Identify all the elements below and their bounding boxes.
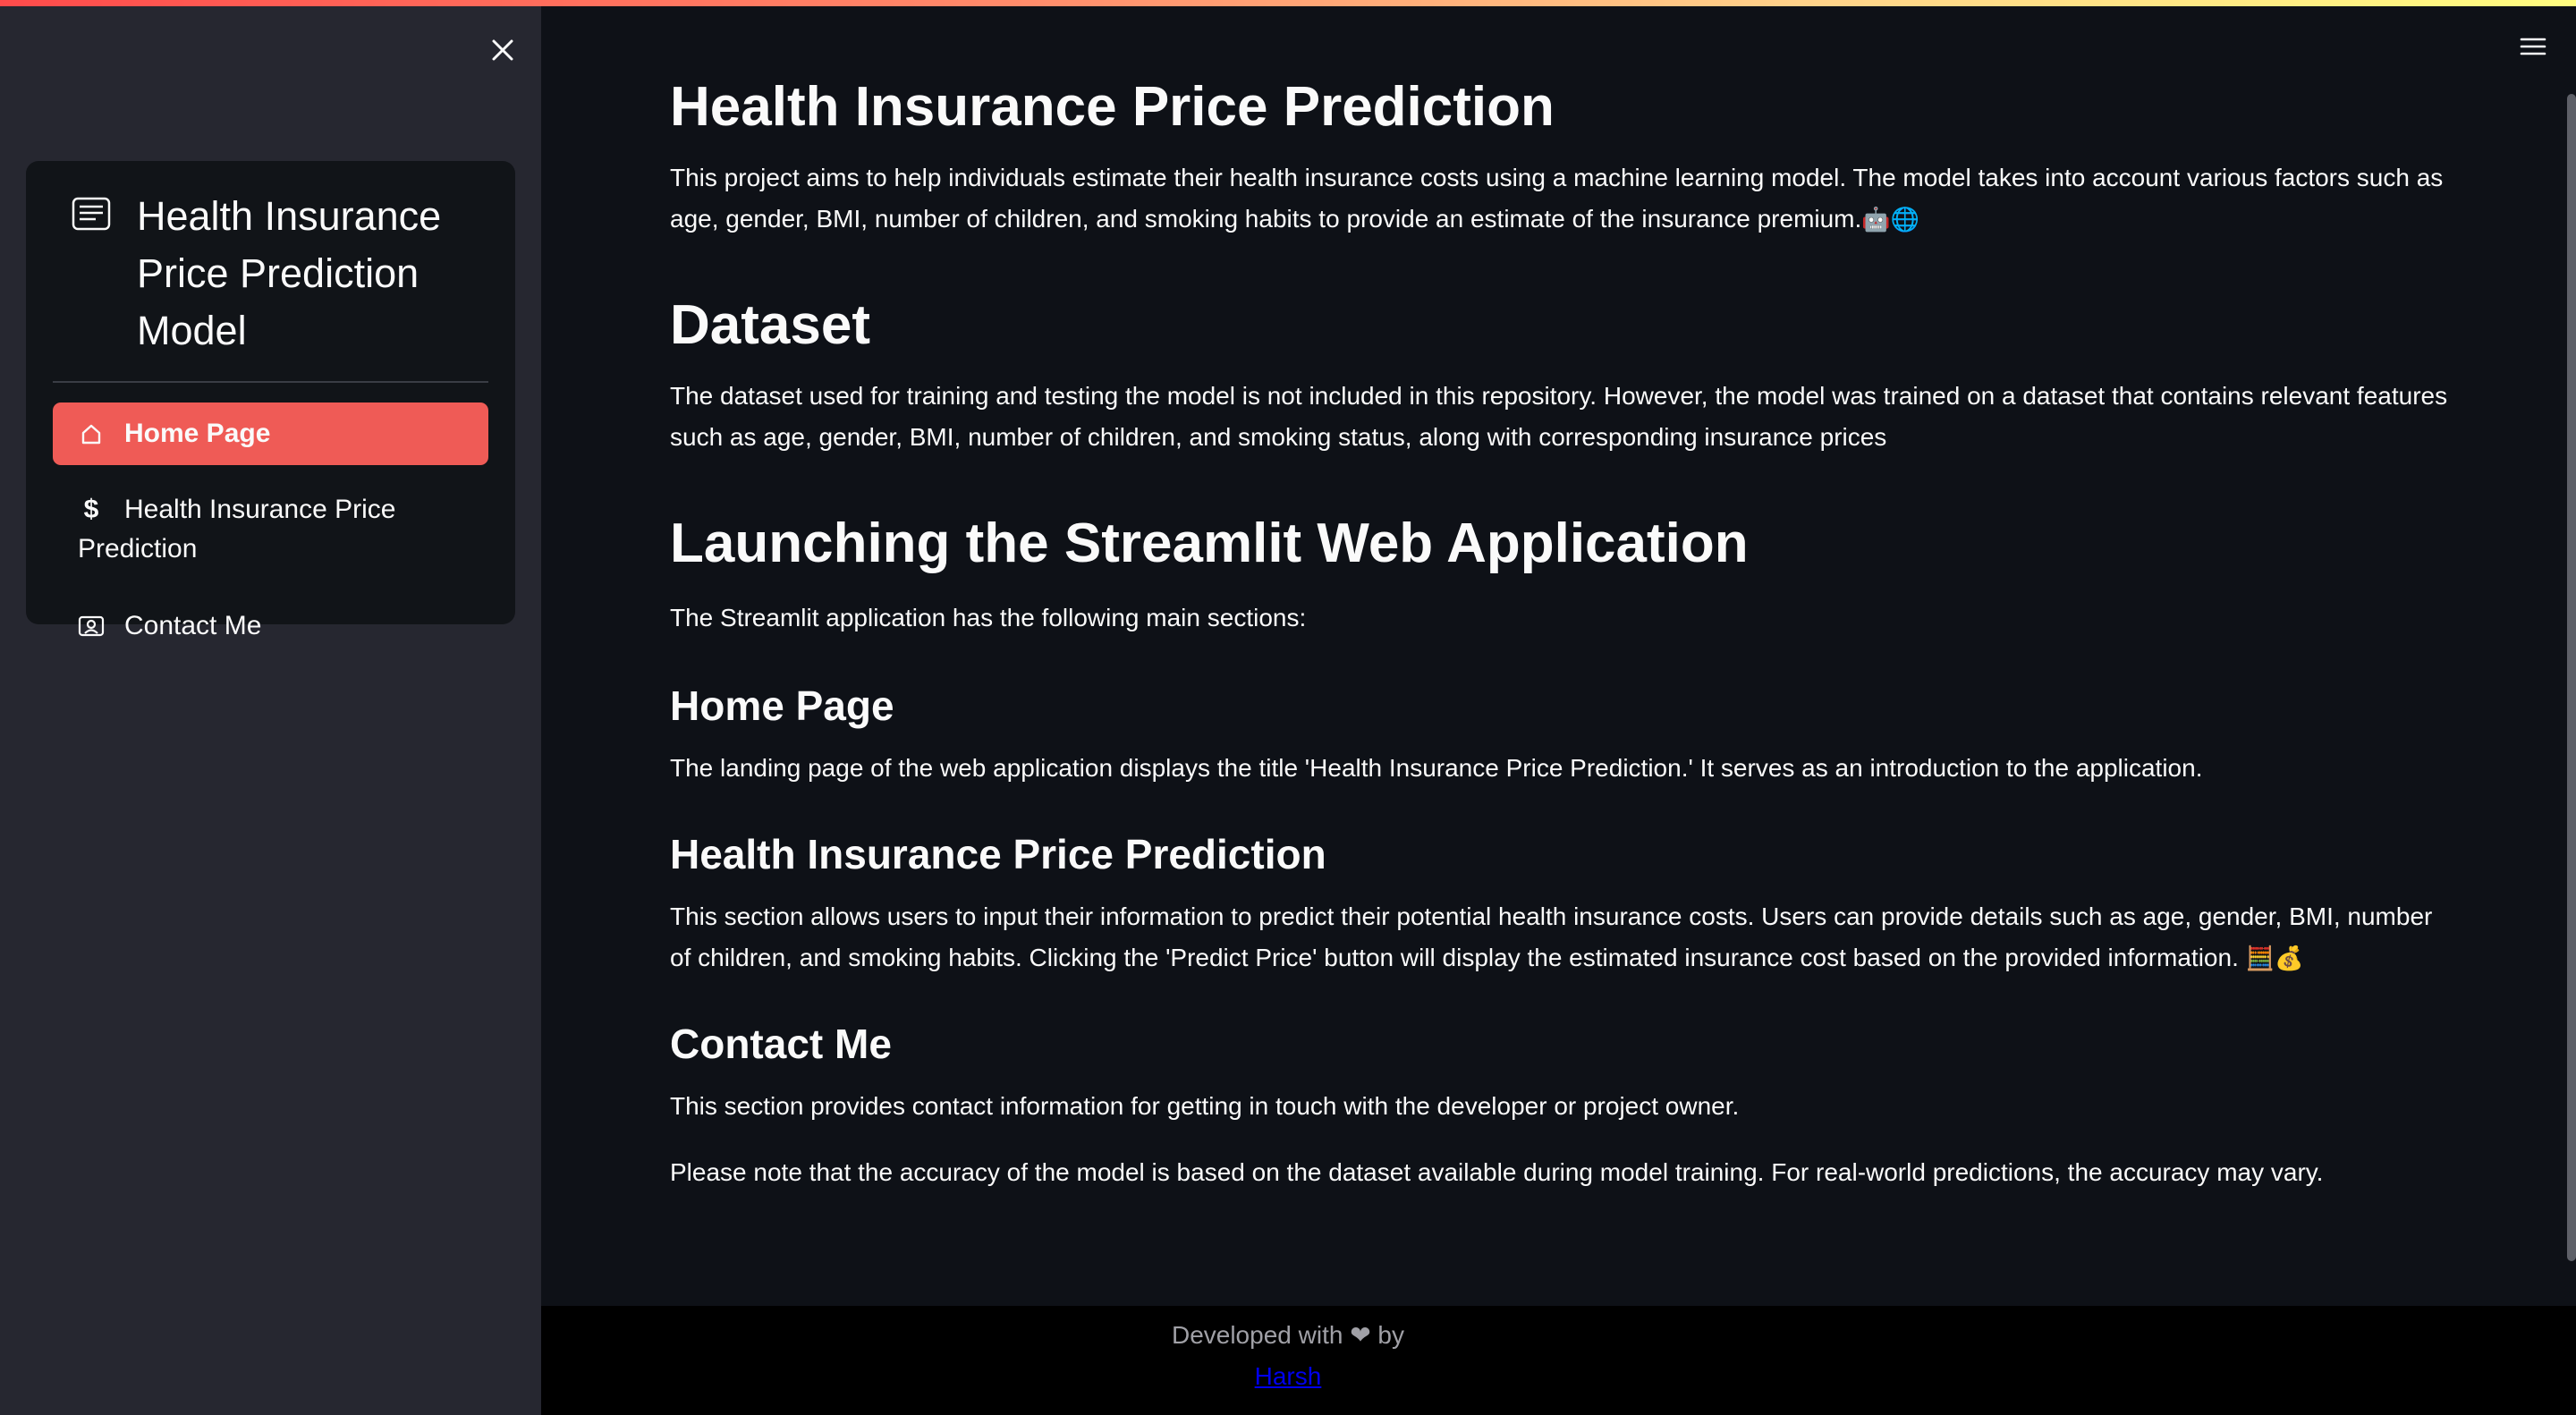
main-content-area: Health Insurance Price Prediction This p…: [541, 0, 2576, 1415]
close-sidebar-button[interactable]: [481, 29, 524, 72]
scrollbar[interactable]: [2567, 94, 2576, 1261]
card-text-icon: [72, 197, 111, 231]
footer-inner: Developed with ❤ by Harsh: [541, 1306, 2035, 1397]
home-page-paragraph: The landing page of the web application …: [670, 754, 2203, 782]
nav-item-label: Health Insurance Price Prediction: [78, 495, 396, 563]
page-title: Health Insurance Price Prediction: [670, 76, 1555, 138]
prediction-paragraph: This section allows users to input their…: [670, 896, 2450, 979]
markdown-content: Health Insurance Price Prediction This p…: [670, 63, 2450, 1193]
intro-text: This project aims to help individuals es…: [670, 164, 2444, 233]
menu-title: Health Insurance Price Prediction Model: [53, 188, 488, 383]
contact-paragraph: This section provides contact informatio…: [670, 1092, 1740, 1120]
intro-paragraph: This project aims to help individuals es…: [670, 157, 2450, 240]
footer-text: Developed with ❤ by: [1171, 1321, 1405, 1349]
sidebar: Health Insurance Price Prediction Model …: [0, 0, 541, 1415]
note-paragraph: Please note that the accuracy of the mod…: [670, 1158, 2324, 1186]
dollar-icon: $: [83, 495, 99, 524]
prediction-heading: Health Insurance Price Prediction: [670, 831, 1326, 877]
option-menu: Health Insurance Price Prediction Model …: [26, 161, 515, 640]
nav-item-label: Home Page: [124, 419, 271, 448]
nav-item-home-page[interactable]: Home Page: [53, 402, 488, 465]
author-link[interactable]: Harsh: [1255, 1362, 1322, 1390]
launch-heading: Launching the Streamlit Web Application: [670, 513, 1749, 574]
dataset-paragraph: The dataset used for training and testin…: [670, 382, 2448, 451]
hamburger-icon: [2520, 38, 2546, 55]
close-icon: [492, 39, 513, 61]
person-badge-icon: [78, 606, 105, 646]
top-decoration-bar: [0, 0, 2576, 6]
main-menu-button[interactable]: [2515, 29, 2551, 64]
nav-item-contact-me[interactable]: Contact Me: [53, 594, 488, 658]
home-page-heading: Home Page: [670, 682, 894, 729]
abacus-moneybag-emoji: 🧮💰: [2245, 945, 2304, 971]
nav-item-health-insurance-price-prediction[interactable]: $ Health Insurance Price Prediction: [53, 478, 488, 581]
prediction-text: This section allows users to input their…: [670, 902, 2433, 971]
house-icon: [78, 414, 105, 453]
robot-globe-emoji: 🤖🌐: [1861, 206, 1920, 233]
dataset-heading: Dataset: [670, 294, 870, 356]
footer: Developed with ❤ by Harsh: [541, 1306, 2576, 1415]
menu-title-text: Health Insurance Price Prediction Model: [137, 193, 442, 353]
launch-paragraph: The Streamlit application has the follow…: [670, 604, 1307, 631]
contact-heading: Contact Me: [670, 1021, 892, 1067]
nav-item-label: Contact Me: [124, 611, 262, 640]
